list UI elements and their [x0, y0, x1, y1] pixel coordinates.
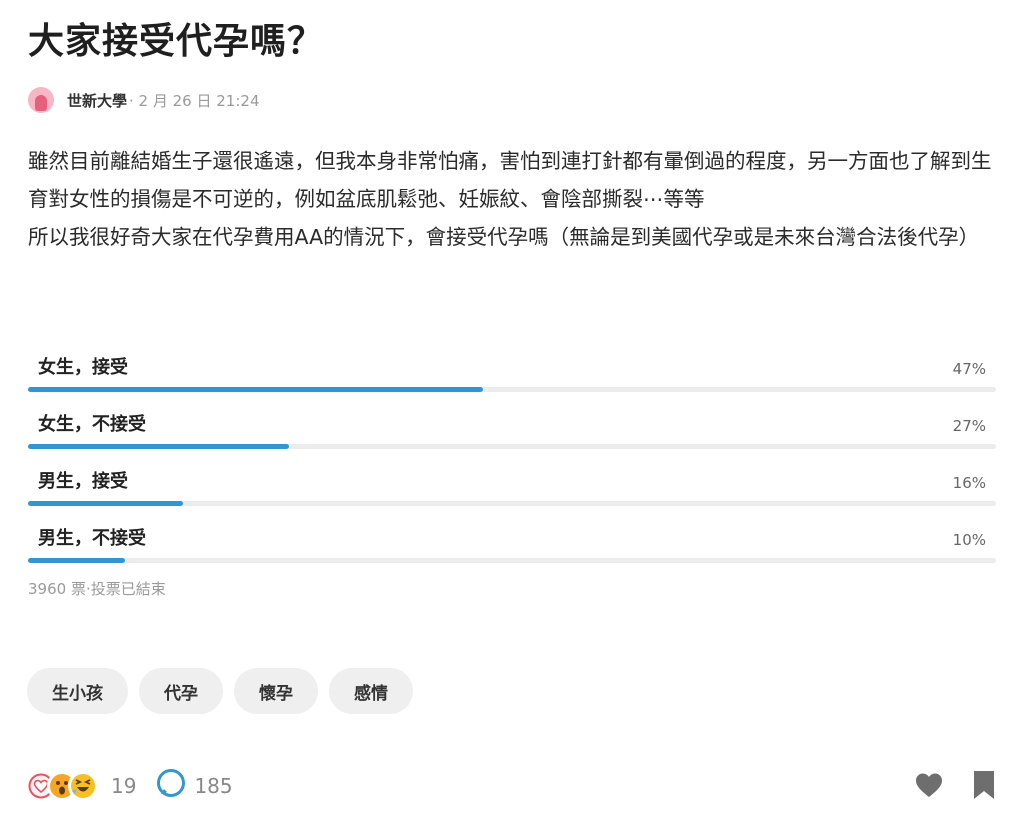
like-heart-icon[interactable]	[914, 771, 944, 803]
poll: 女生，接受 47% 女生，不接受 27% 男生，接受 16% 男生，不接受 10…	[28, 350, 996, 578]
poll-bar-fill	[28, 501, 183, 506]
poll-bar-track	[28, 558, 996, 563]
poll-option-percent: 10%	[952, 531, 986, 549]
topic-tags: 生小孩 代孕 懷孕 感情	[27, 668, 424, 714]
poll-bar-track	[28, 387, 996, 392]
topic-tag[interactable]: 生小孩	[27, 668, 128, 714]
avatar[interactable]	[28, 87, 54, 113]
topic-tag[interactable]: 感情	[329, 668, 413, 714]
poll-bar-fill	[28, 387, 483, 392]
poll-bar-fill	[28, 444, 290, 449]
poll-status: 3960 票·投票已結束	[28, 580, 166, 598]
author-row: 世新大學 · 2 月 26 日 21:24	[28, 85, 259, 115]
like-count: 19	[111, 774, 137, 798]
comment-icon[interactable]	[156, 769, 186, 803]
bookmark-icon[interactable]	[972, 770, 996, 804]
poll-option: 男生，接受 16%	[28, 464, 996, 521]
post-timestamp: · 2 月 26 日 21:24	[129, 91, 260, 110]
poll-bar-track	[28, 501, 996, 506]
school-name[interactable]: 世新大學	[67, 90, 127, 111]
topic-tag[interactable]: 代孕	[139, 668, 223, 714]
poll-option-percent: 47%	[952, 360, 986, 378]
poll-option-label: 女生，不接受	[38, 414, 146, 435]
poll-bar-track	[28, 444, 996, 449]
post-title: 大家接受代孕嗎？	[28, 21, 325, 62]
poll-option-label: 男生，不接受	[38, 528, 146, 549]
laughing-reaction-icon	[68, 771, 98, 801]
reactions[interactable]: 19 185	[26, 769, 233, 803]
post-actions	[914, 770, 996, 804]
poll-option: 女生，接受 47%	[28, 350, 996, 407]
post-body: 雖然目前離結婚生子還很遙遠，但我本身非常怕痛，害怕到連打針都有暈倒過的程度，另一…	[28, 149, 992, 249]
poll-option: 女生，不接受 27%	[28, 407, 996, 464]
poll-option-label: 男生，接受	[38, 471, 128, 492]
poll-option-percent: 16%	[952, 474, 986, 492]
poll-option-percent: 27%	[952, 417, 986, 435]
comment-count: 185	[194, 774, 233, 798]
post-footer: 19 185	[26, 766, 996, 806]
poll-option: 男生，不接受 10%	[28, 521, 996, 578]
poll-option-label: 女生，接受	[38, 357, 128, 378]
poll-bar-fill	[28, 558, 125, 563]
topic-tag[interactable]: 懷孕	[234, 668, 318, 714]
